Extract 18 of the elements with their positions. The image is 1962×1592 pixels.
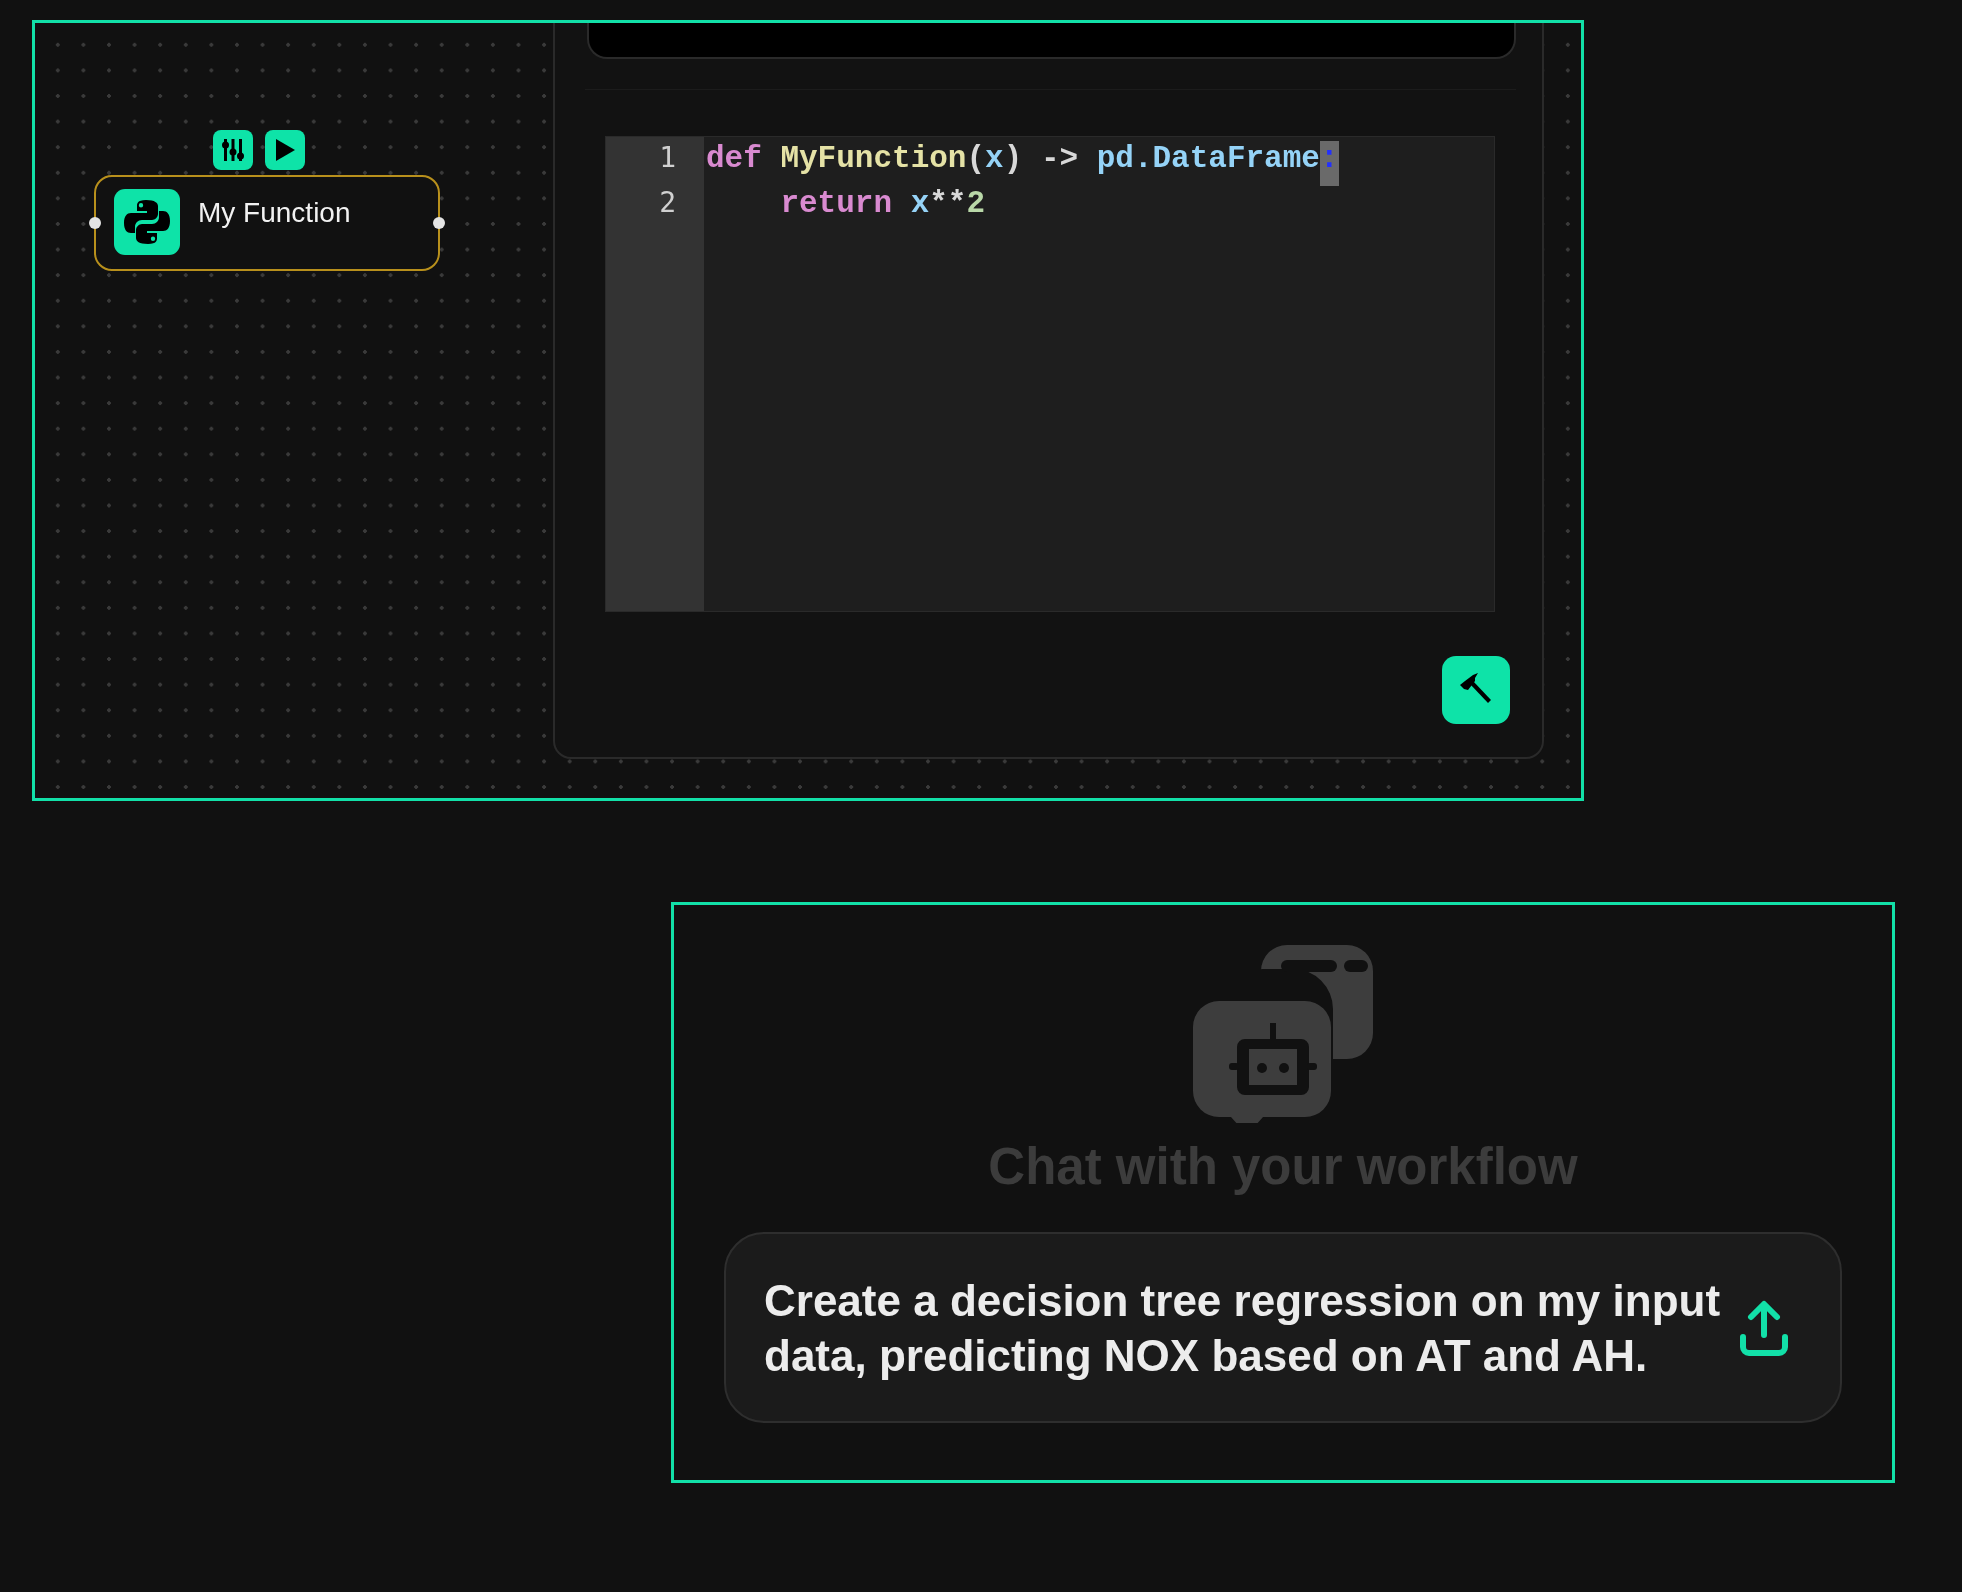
node-title: My Function bbox=[198, 197, 351, 229]
line-number: 2 bbox=[658, 186, 677, 221]
send-button[interactable] bbox=[1738, 1298, 1790, 1357]
python-icon bbox=[122, 197, 172, 247]
input-port[interactable] bbox=[89, 217, 101, 229]
code-editor[interactable]: 1 2 def MyFunction(x) -> pd.DataFrame: return x**2 bbox=[605, 136, 1495, 612]
function-node[interactable]: My Function bbox=[94, 175, 440, 271]
upload-icon bbox=[1738, 1298, 1790, 1357]
play-icon bbox=[274, 138, 296, 162]
chat-input-field[interactable]: Create a decision tree regression on my input data, predicting NOX based on AT and AH. bbox=[724, 1232, 1842, 1423]
build-button[interactable] bbox=[1442, 656, 1510, 724]
sliders-icon bbox=[221, 137, 245, 163]
settings-button[interactable] bbox=[213, 130, 253, 170]
code-line: return x**2 bbox=[779, 186, 987, 223]
run-button[interactable] bbox=[265, 130, 305, 170]
code-line: def MyFunction(x) -> pd.DataFrame: bbox=[706, 141, 1339, 186]
robot-chat-icon bbox=[1193, 943, 1373, 1123]
line-number: 1 bbox=[658, 141, 677, 176]
